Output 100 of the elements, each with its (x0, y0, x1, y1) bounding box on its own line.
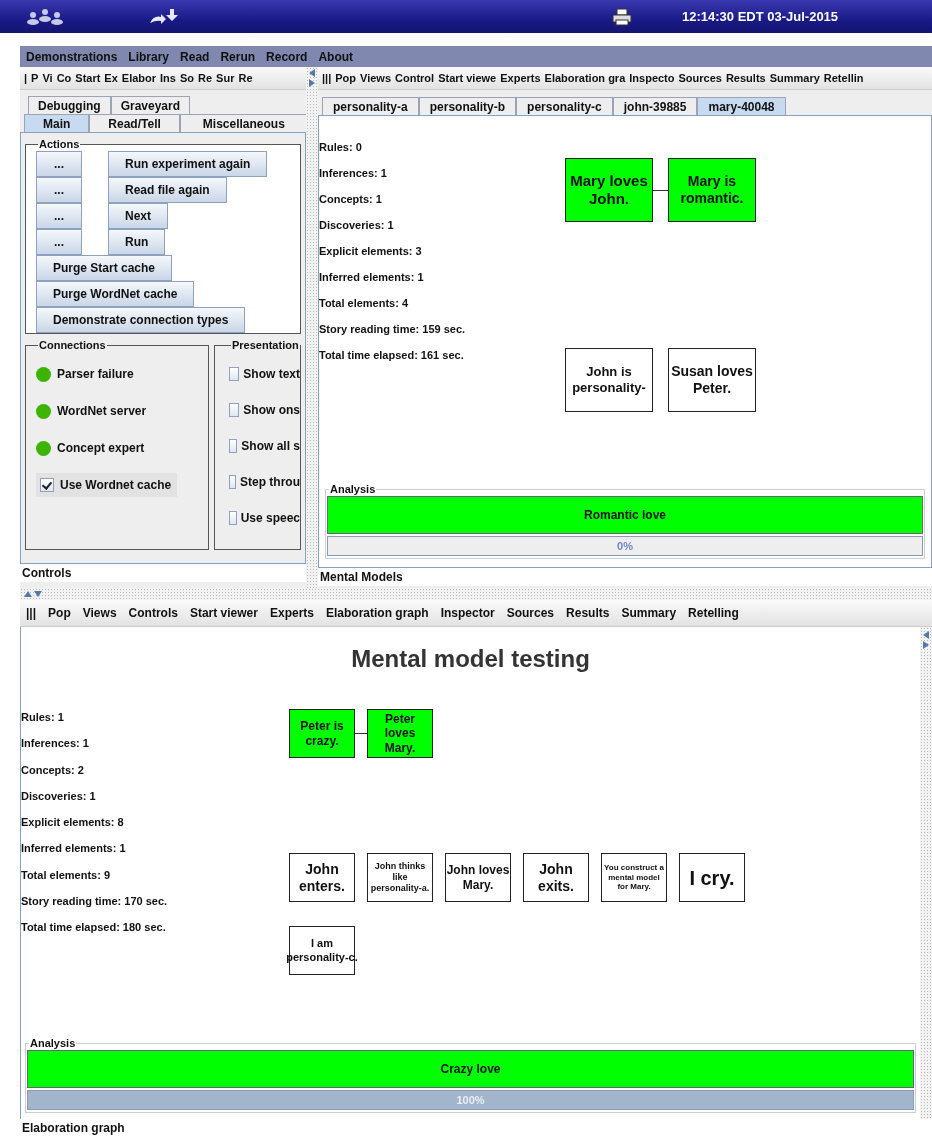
toolbar-tab[interactable]: Sources (678, 72, 722, 84)
stat-text: Total elements: 4 (319, 297, 410, 311)
toolbar-tab[interactable]: Summary (621, 606, 677, 620)
checkbox-option[interactable]: Show all s (229, 434, 300, 458)
checkbox-option[interactable]: Show text (229, 362, 300, 386)
arrows-icon[interactable] (148, 6, 180, 27)
menu-item[interactable]: About (318, 49, 354, 64)
stat-text: Rules: 1 (21, 711, 65, 725)
printer-icon[interactable] (612, 7, 632, 26)
graph-node: I cry. (679, 853, 745, 902)
menu-item[interactable]: Demonstrations (26, 49, 118, 64)
checkbox-option[interactable]: Step throu (229, 470, 300, 494)
group-title: Analysis (29, 1036, 77, 1050)
verdict-bar: Romantic love (327, 496, 923, 534)
toolbar-tab[interactable]: So (179, 72, 195, 84)
tab[interactable]: personality-a (322, 97, 419, 115)
menu-item[interactable]: Rerun (220, 49, 256, 64)
panel-caption: Controls (20, 564, 306, 582)
status-label: Concept expert (57, 441, 145, 455)
toolbar-tab[interactable]: Start viewer (189, 606, 258, 620)
menu-item[interactable]: Read (180, 49, 210, 64)
toolbar-tab[interactable]: Ex (104, 72, 118, 84)
checkbox-option[interactable]: Show ons (229, 398, 300, 422)
toolbar-tab[interactable]: Re (238, 72, 253, 84)
tab[interactable]: Miscellaneous (179, 114, 308, 132)
toolbar-tab[interactable]: Summary (769, 72, 820, 84)
progress-text: 0% (617, 540, 633, 552)
tab[interactable]: john-39885 (612, 97, 698, 115)
toolbar-tab[interactable]: Pop (48, 606, 71, 620)
checkbox-option[interactable]: Use Wordnet cache (36, 473, 178, 497)
tab[interactable]: Main (24, 114, 90, 132)
group-title: Analysis (329, 482, 377, 496)
toolbar-tab[interactable]: Views (360, 72, 391, 84)
toolbar-tab[interactable]: Retelling (688, 606, 739, 620)
stat-text: Story reading time: 170 sec. (21, 895, 169, 910)
action-button[interactable]: ... (36, 229, 82, 255)
action-button[interactable]: ... (36, 151, 82, 177)
toolbar-tab[interactable]: Experts (500, 72, 541, 84)
toolbar-tab[interactable]: ||| (322, 72, 332, 84)
clock-text: 12:14:30 EDT 03-Jul-2015 (682, 9, 839, 24)
action-button[interactable]: Run experiment again (108, 151, 268, 177)
toolbar-tab[interactable]: Co (56, 72, 72, 84)
toolbar-tab[interactable]: Inspector (440, 606, 495, 620)
action-button[interactable]: ... (36, 177, 82, 203)
toolbar-tab[interactable]: Results (566, 606, 610, 620)
collapse-left-icon[interactable] (923, 631, 929, 639)
toolbar-tab[interactable]: Inspecto (629, 72, 675, 84)
toolbar-tab[interactable]: P (31, 72, 39, 84)
toolbar-tab[interactable]: Controls (128, 606, 178, 620)
toolbar-tab[interactable]: Experts (269, 606, 314, 620)
toolbar-tab[interactable]: Start (75, 72, 101, 84)
group-title: Connections (38, 338, 107, 352)
expand-right-icon[interactable] (923, 641, 929, 649)
toolbar-tab[interactable]: ||| (26, 606, 37, 620)
action-button[interactable]: Run (108, 229, 166, 255)
panel-caption: Mental Models (318, 568, 932, 586)
toolbar-tab[interactable]: Elabor (121, 72, 157, 84)
action-button[interactable]: Read file again (108, 177, 227, 203)
graph-node: Susan loves Peter. (668, 348, 756, 412)
action-button[interactable]: Demonstrate connection types (36, 307, 246, 333)
tab[interactable]: personality-c (516, 97, 613, 115)
action-button[interactable]: ... (36, 203, 82, 229)
toolbar-tab[interactable]: Views (82, 606, 117, 620)
stat-text: Discoveries: 1 (21, 789, 97, 804)
graph-node: Peter is crazy. (289, 709, 355, 758)
toolbar-tab[interactable]: Start viewe (438, 72, 497, 84)
group-title: Presentation (231, 338, 300, 352)
action-button[interactable]: Purge Start cache (36, 255, 173, 281)
tab[interactable]: personality-b (418, 97, 517, 115)
toolbar-tab[interactable]: Sources (506, 606, 555, 620)
expand-down-icon[interactable] (34, 591, 42, 597)
tab[interactable]: Graveyard (110, 96, 191, 114)
toolbar-tab[interactable]: Vi (42, 72, 53, 84)
toolbar-tab[interactable]: Ins (160, 72, 176, 84)
menu-item[interactable]: Record (266, 49, 308, 64)
toolbar-tab[interactable]: Re (198, 72, 213, 84)
toolbar-tab[interactable]: Sur (216, 72, 235, 84)
toolbar-tab[interactable]: Elaboration gra (544, 72, 626, 84)
action-button[interactable]: Purge WordNet cache (36, 281, 195, 307)
tab[interactable]: mary-40048 (697, 97, 786, 115)
collapse-up-icon[interactable] (24, 591, 32, 597)
stat-text: Total time elapsed: 180 sec. (21, 921, 167, 936)
checkbox-option[interactable]: Use speec (229, 506, 300, 530)
toolbar-tab[interactable]: Pop (335, 72, 356, 84)
stat-text: Total elements: 9 (21, 868, 112, 883)
menu-item[interactable]: Library (128, 49, 170, 64)
toolbar-tab[interactable]: | (24, 72, 28, 84)
toolbar-tab[interactable]: Results (725, 72, 766, 84)
graph-node: You construct a mental model for Mary. (601, 853, 667, 902)
stat-text: Rules: 0 (319, 141, 363, 155)
toolbar-tab[interactable]: Control (395, 72, 435, 84)
tab[interactable]: Debugging (28, 96, 111, 114)
toolbar-tab[interactable]: Retellin (823, 72, 864, 84)
action-button[interactable]: Next (108, 203, 168, 229)
stat-text: Total time elapsed: 161 sec. (319, 349, 465, 363)
tab[interactable]: Read/Tell (89, 114, 180, 132)
graph-node: John loves Mary. (445, 853, 511, 902)
collapse-left-icon[interactable] (309, 69, 315, 77)
toolbar-tab[interactable]: Elaboration graph (326, 606, 429, 620)
expand-right-icon[interactable] (309, 79, 315, 87)
